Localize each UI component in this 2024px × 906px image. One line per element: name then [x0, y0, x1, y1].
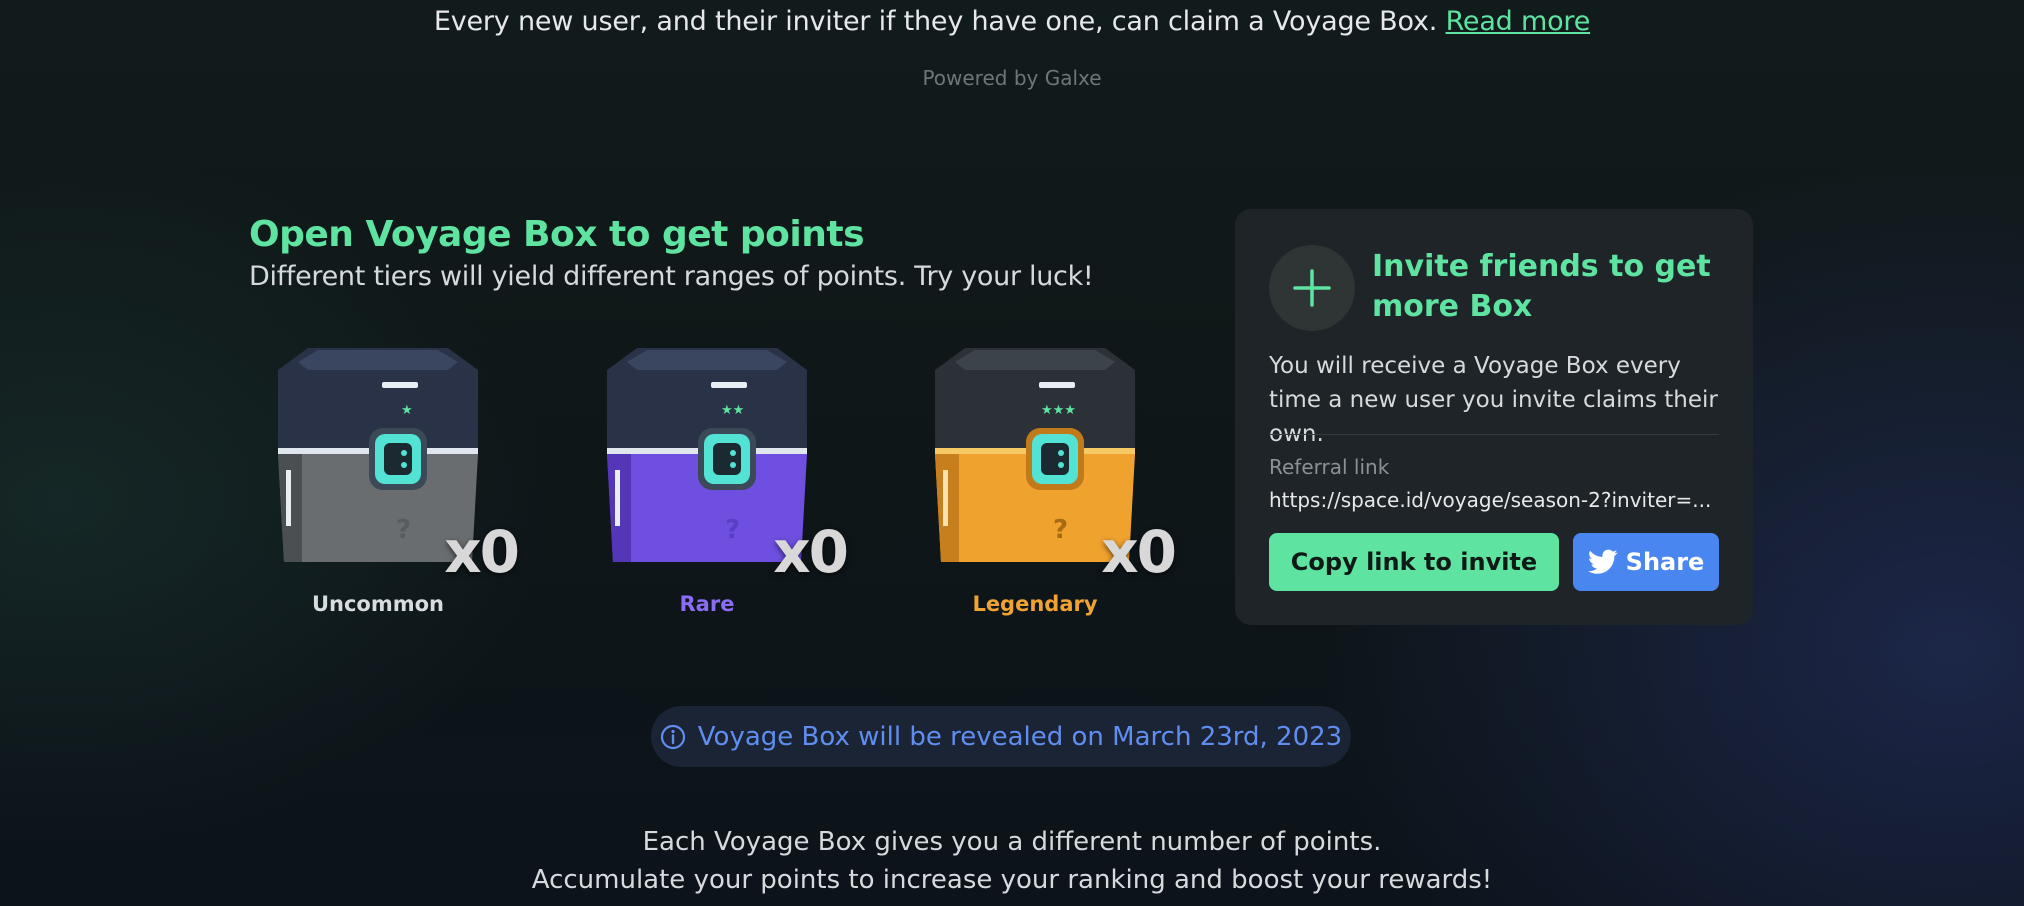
- svg-text:★★★: ★★★: [1041, 403, 1076, 418]
- box-count-legendary: x0: [1101, 518, 1177, 586]
- box-label-uncommon: Uncommon: [311, 592, 445, 616]
- boxes-section-title: Open Voyage Box to get points: [249, 214, 865, 255]
- box-tile-uncommon[interactable]: ? ★ x0 Uncommon: [258, 340, 520, 630]
- powered-by-text: Powered by Galxe: [922, 66, 1102, 90]
- box-label-legendary: Legendary: [972, 592, 1098, 616]
- referral-link-label: Referral link: [1269, 455, 1390, 479]
- box-tile-rare[interactable]: ? ★★ x0 Rare: [587, 340, 849, 630]
- svg-text:?: ?: [1053, 515, 1068, 545]
- invite-card-description: You will receive a Voyage Box every time…: [1269, 353, 1718, 447]
- share-button-label: Share: [1625, 548, 1705, 576]
- svg-text:?: ?: [725, 515, 740, 545]
- intro-line: Every new user, and their inviter if the…: [0, 6, 2024, 37]
- read-more-link[interactable]: Read more: [1446, 6, 1591, 37]
- copy-invite-link-label: Copy link to invite: [1290, 548, 1538, 576]
- boxes-section-subtitle: Different tiers will yield different ran…: [249, 261, 1094, 292]
- svg-text:?: ?: [396, 515, 411, 545]
- intro-text: Every new user, and their inviter if the…: [433, 6, 1438, 37]
- share-button[interactable]: Share: [1573, 533, 1719, 591]
- twitter-icon: [1587, 549, 1618, 574]
- footer-line-1: Each Voyage Box gives you a different nu…: [642, 827, 1382, 857]
- plus-icon-circle: [1269, 245, 1355, 331]
- divider: [1269, 434, 1719, 435]
- reveal-notice-text: Voyage Box will be revealed on March 23r…: [697, 721, 1343, 752]
- reveal-notice: Voyage Box will be revealed on March 23r…: [651, 706, 1351, 767]
- svg-text:★: ★: [401, 403, 413, 418]
- footer-line-2: Accumulate your points to increase your …: [531, 865, 1493, 895]
- box-count-uncommon: x0: [444, 518, 520, 586]
- box-label-rare: Rare: [679, 592, 735, 616]
- info-icon: [660, 724, 685, 749]
- plus-icon: [1293, 269, 1331, 307]
- copy-invite-link-button[interactable]: Copy link to invite: [1269, 533, 1559, 591]
- referral-link-value[interactable]: https://space.id/voyage/season-2?inviter…: [1269, 488, 1719, 512]
- svg-text:★★: ★★: [721, 403, 744, 418]
- box-tile-legendary[interactable]: ? ★★★ x0 Legendary: [915, 340, 1177, 630]
- invite-card-title: Invite friends to get more Box: [1372, 249, 1711, 324]
- box-count-rare: x0: [773, 518, 849, 586]
- invite-card: Invite friends to get more Box You will …: [1235, 209, 1753, 625]
